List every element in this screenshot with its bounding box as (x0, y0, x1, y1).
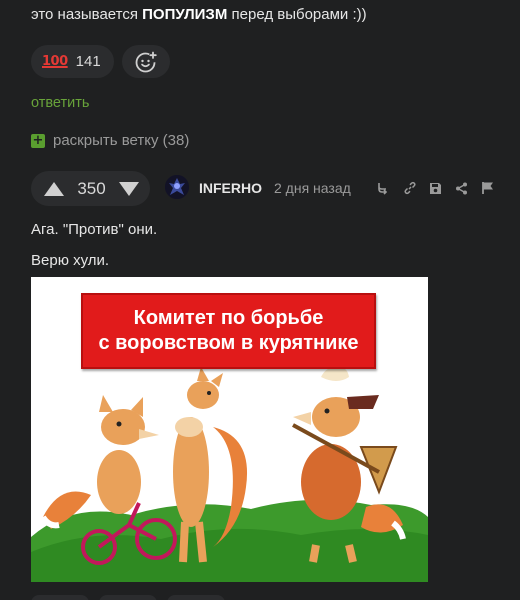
text-bold-segment: ПОПУЛИЗМ (142, 6, 228, 23)
bottom-buttons (31, 595, 225, 600)
share-icon[interactable] (454, 179, 469, 197)
comment-image[interactable]: Комитет по борьбе с воровством в курятни… (31, 277, 428, 582)
banner-line: Комитет по борьбе (133, 307, 324, 329)
branch-icon[interactable] (376, 179, 391, 197)
text-segment: это называется (31, 6, 143, 23)
author-name[interactable]: INFERHO (199, 180, 262, 196)
comment-tools (376, 179, 495, 197)
text-segment: перед выборами :)) (227, 6, 367, 23)
comment-header: 350 INFERHO 2 дня назад (31, 171, 510, 207)
expand-thread-button[interactable]: + раскрыть ветку (38) (31, 132, 189, 149)
reply-link[interactable]: ответить (31, 95, 89, 111)
cut-off-button[interactable] (31, 595, 89, 600)
reaction-100-button[interactable]: 100 141 (31, 45, 114, 78)
banner-line: с воровством в курятнике (98, 332, 359, 354)
meme-banner: Комитет по борьбе с воровством в курятни… (81, 293, 376, 369)
comment-body-line: Верю хули. (31, 252, 110, 269)
add-reaction-button[interactable] (121, 45, 170, 78)
cut-off-button[interactable] (99, 595, 157, 600)
reaction-count: 141 (75, 53, 101, 70)
cut-off-button[interactable] (167, 595, 225, 600)
downvote-arrow-icon[interactable] (118, 181, 140, 197)
link-icon[interactable] (402, 179, 417, 197)
expand-thread-label: раскрыть ветку (38) (53, 132, 190, 149)
plus-box-icon: + (31, 132, 45, 148)
save-icon[interactable] (428, 179, 443, 197)
comment-time[interactable]: 2 дня назад (274, 180, 351, 196)
reactions-bar: 100 141 (31, 45, 170, 78)
hundred-points-icon: 100 (42, 54, 68, 69)
upvote-arrow-icon[interactable] (43, 181, 65, 197)
avatar[interactable] (165, 175, 189, 199)
comment-body-line: Ага. "Против" они. (31, 221, 158, 238)
smile-plus-icon (134, 50, 158, 74)
report-flag-icon[interactable] (480, 179, 495, 197)
vote-box: 350 (31, 171, 150, 206)
comment-score: 350 (77, 178, 106, 198)
parent-comment-text: это называется ПОПУЛИЗМ перед выборами :… (31, 6, 367, 23)
